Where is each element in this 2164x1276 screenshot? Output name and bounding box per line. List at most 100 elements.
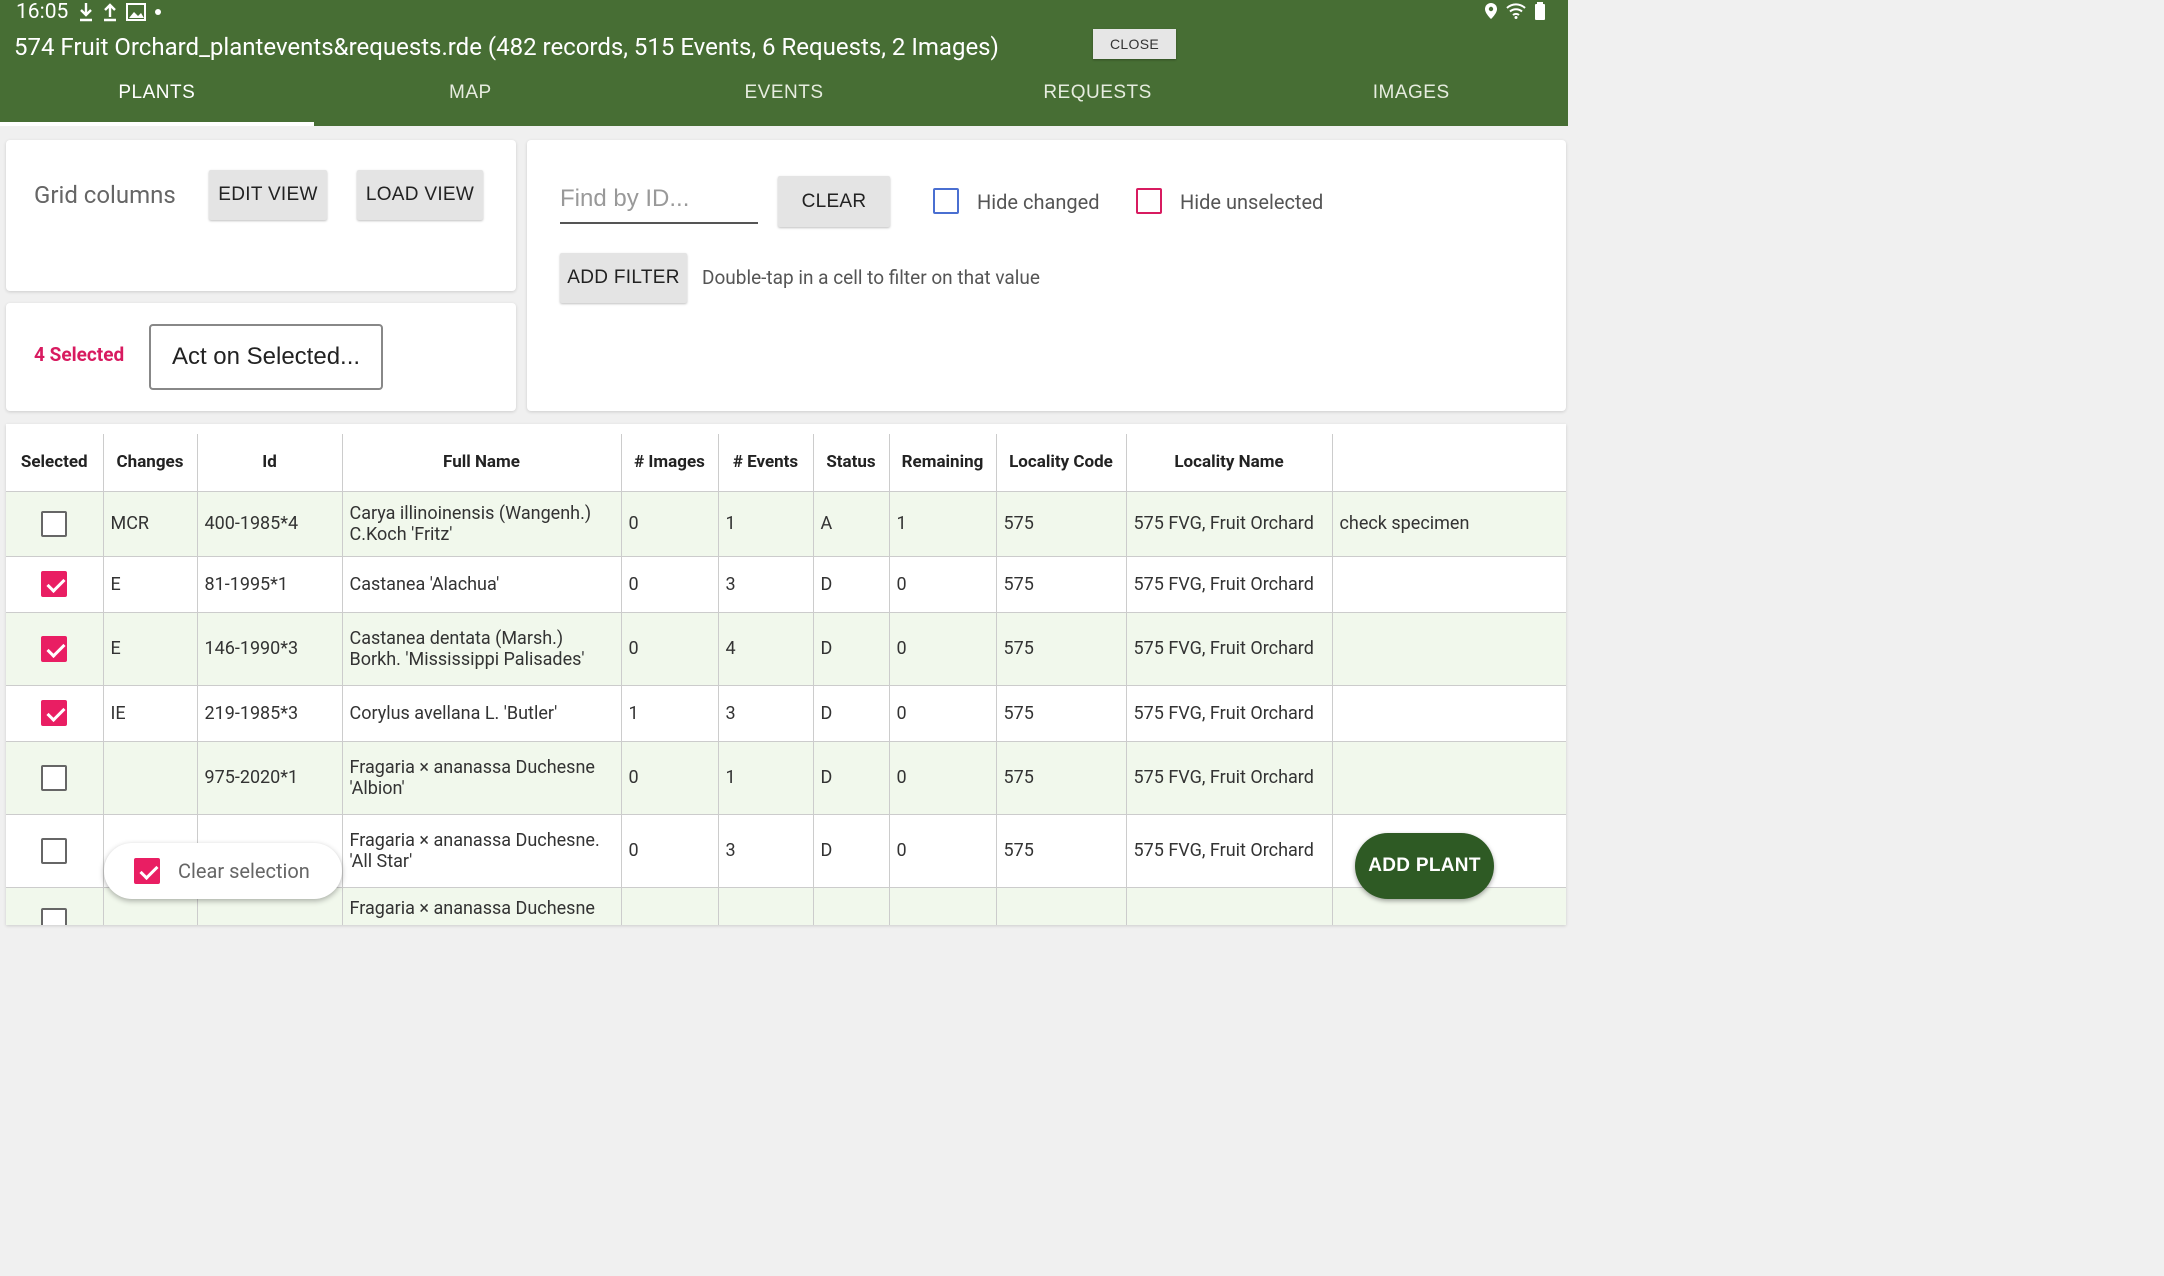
cell-events[interactable]: 4 — [718, 612, 814, 686]
row-select-cell[interactable] — [6, 741, 104, 815]
cell-changes[interactable]: E — [103, 556, 198, 613]
row-select-checkbox[interactable] — [41, 907, 68, 925]
hide-changed-checkbox[interactable] — [933, 188, 959, 214]
cell-images[interactable]: 0 — [621, 491, 719, 557]
cell-events[interactable]: 3 — [718, 556, 814, 613]
table-row[interactable]: E 81-1995*1 Castanea 'Alachua' 0 3 D 0 5… — [6, 556, 1566, 613]
clear-selection-chip[interactable]: Clear selection — [104, 843, 342, 899]
cell-events[interactable]: 3 — [718, 685, 814, 742]
cell-remaining[interactable]: 1 — [889, 491, 997, 557]
cell-remaining[interactable] — [889, 887, 997, 925]
cell-images[interactable]: 0 — [621, 814, 719, 888]
cell-locality-name[interactable]: 575 FVG, Fruit Orchard — [1126, 814, 1333, 888]
cell-full-name[interactable]: Carya illinoinensis (Wangenh.) C.Koch 'F… — [342, 491, 622, 557]
col-header-changes[interactable]: Changes — [103, 434, 198, 492]
cell-locality-code[interactable]: 575 — [996, 491, 1127, 557]
col-header-locality-code[interactable]: Locality Code — [996, 434, 1127, 492]
cell-changes[interactable]: MCR — [103, 491, 198, 557]
row-select-cell[interactable] — [6, 556, 104, 613]
tab-events[interactable]: EVENTS — [627, 72, 941, 126]
add-plant-button[interactable]: ADD PLANT — [1355, 833, 1494, 899]
close-button[interactable]: CLOSE — [1093, 29, 1176, 59]
find-by-id-input[interactable] — [560, 176, 758, 224]
table-row[interactable]: 975-2020*1 Fragaria × ananassa Duchesne … — [6, 741, 1566, 815]
cell-status[interactable]: D — [813, 685, 890, 742]
cell-changes[interactable] — [103, 741, 198, 815]
cell-id[interactable]: 81-1995*1 — [197, 556, 343, 613]
col-header-events[interactable]: # Events — [718, 434, 814, 492]
row-select-checkbox[interactable] — [41, 700, 68, 726]
cell-locality-code[interactable] — [996, 887, 1127, 925]
cell-images[interactable]: 0 — [621, 741, 719, 815]
cell-events[interactable]: 1 — [718, 491, 814, 557]
cell-locality-name[interactable] — [1126, 887, 1333, 925]
cell-id[interactable]: 975-2020*1 — [197, 741, 343, 815]
cell-remaining[interactable]: 0 — [889, 741, 997, 815]
load-view-button[interactable]: LOAD VIEW — [357, 170, 483, 220]
cell-changes[interactable]: E — [103, 612, 198, 686]
row-select-checkbox[interactable] — [41, 510, 68, 537]
cell-note[interactable] — [1332, 685, 1566, 742]
row-select-checkbox[interactable] — [41, 635, 68, 662]
cell-locality-name[interactable]: 575 FVG, Fruit Orchard — [1126, 491, 1333, 557]
col-header-selected[interactable]: Selected — [6, 434, 104, 492]
cell-locality-name[interactable]: 575 FVG, Fruit Orchard — [1126, 612, 1333, 686]
cell-remaining[interactable]: 0 — [889, 685, 997, 742]
row-select-checkbox[interactable] — [41, 837, 68, 864]
cell-status[interactable]: A — [813, 491, 890, 557]
cell-full-name[interactable]: Fragaria × ananassa Duchesne — [342, 887, 622, 925]
cell-images[interactable]: 0 — [621, 612, 719, 686]
tab-images[interactable]: IMAGES — [1254, 72, 1568, 126]
row-select-checkbox[interactable] — [41, 764, 68, 791]
cell-remaining[interactable]: 0 — [889, 612, 997, 686]
cell-locality-name[interactable]: 575 FVG, Fruit Orchard — [1126, 556, 1333, 613]
act-on-selected-button[interactable]: Act on Selected... — [149, 324, 383, 390]
col-header-id[interactable]: Id — [197, 434, 343, 492]
tab-plants[interactable]: PLANTS — [0, 72, 314, 126]
cell-locality-code[interactable]: 575 — [996, 814, 1127, 888]
col-header-remaining[interactable]: Remaining — [889, 434, 997, 492]
cell-images[interactable] — [621, 887, 719, 925]
cell-note[interactable] — [1332, 612, 1566, 686]
add-filter-button[interactable]: ADD FILTER — [560, 253, 687, 303]
col-header-images[interactable]: # Images — [621, 434, 719, 492]
tab-map[interactable]: MAP — [314, 72, 628, 126]
table-row[interactable]: MCR 400-1985*4 Carya illinoinensis (Wang… — [6, 491, 1566, 557]
cell-status[interactable]: D — [813, 612, 890, 686]
tab-requests[interactable]: REQUESTS — [941, 72, 1255, 126]
edit-view-button[interactable]: EDIT VIEW — [209, 170, 327, 220]
cell-locality-code[interactable]: 575 — [996, 612, 1127, 686]
cell-status[interactable]: D — [813, 741, 890, 815]
hide-unselected-checkbox[interactable] — [1136, 188, 1162, 214]
col-header-locality-name[interactable]: Locality Name — [1126, 434, 1333, 492]
cell-note[interactable] — [1332, 556, 1566, 613]
cell-status[interactable] — [813, 887, 890, 925]
row-select-cell[interactable] — [6, 491, 104, 557]
cell-locality-name[interactable]: 575 FVG, Fruit Orchard — [1126, 685, 1333, 742]
row-select-checkbox[interactable] — [41, 571, 68, 597]
cell-locality-name[interactable]: 575 FVG, Fruit Orchard — [1126, 741, 1333, 815]
cell-images[interactable]: 0 — [621, 556, 719, 613]
cell-id[interactable]: 146-1990*3 — [197, 612, 343, 686]
row-select-cell[interactable] — [6, 887, 104, 925]
cell-note[interactable]: check specimen — [1332, 491, 1566, 557]
table-row[interactable]: E 146-1990*3 Castanea dentata (Marsh.) B… — [6, 612, 1566, 686]
cell-status[interactable]: D — [813, 556, 890, 613]
row-select-cell[interactable] — [6, 814, 104, 888]
cell-events[interactable] — [718, 887, 814, 925]
row-select-cell[interactable] — [6, 685, 104, 742]
cell-full-name[interactable]: Castanea 'Alachua' — [342, 556, 622, 613]
clear-button[interactable]: CLEAR — [778, 176, 890, 227]
cell-id[interactable]: 219-1985*3 — [197, 685, 343, 742]
cell-full-name[interactable]: Corylus avellana L. 'Butler' — [342, 685, 622, 742]
cell-events[interactable]: 3 — [718, 814, 814, 888]
cell-remaining[interactable]: 0 — [889, 556, 997, 613]
table-row[interactable]: IE 219-1985*3 Corylus avellana L. 'Butle… — [6, 685, 1566, 742]
col-header-status[interactable]: Status — [813, 434, 890, 492]
clear-selection-checkbox[interactable] — [134, 858, 160, 884]
cell-id[interactable]: 400-1985*4 — [197, 491, 343, 557]
cell-images[interactable]: 1 — [621, 685, 719, 742]
cell-changes[interactable]: IE — [103, 685, 198, 742]
cell-full-name[interactable]: Fragaria × ananassa Duchesne 'Albion' — [342, 741, 622, 815]
cell-status[interactable]: D — [813, 814, 890, 888]
